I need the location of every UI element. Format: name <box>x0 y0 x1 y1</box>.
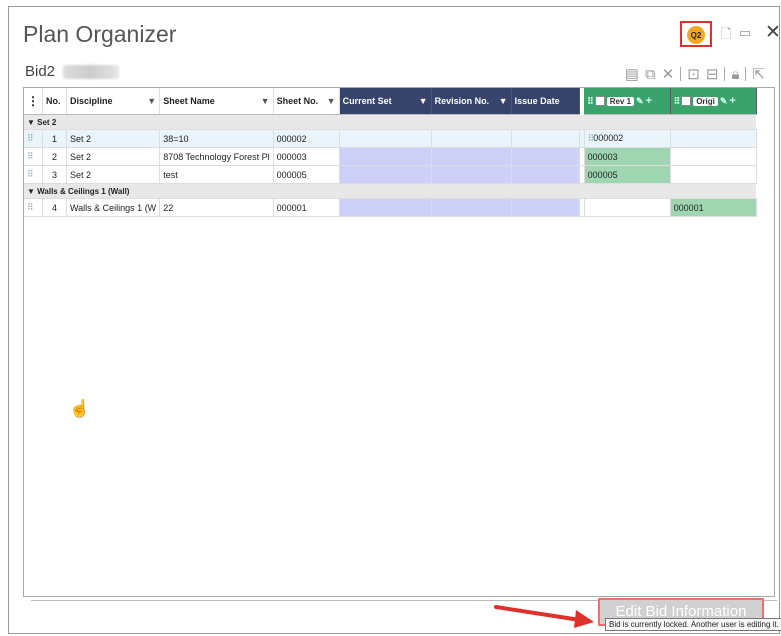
table-row[interactable]: ⠿ 4 Walls & Ceilings 1 (W 22 000001 0000… <box>24 198 757 217</box>
filter-icon[interactable]: ▼ <box>419 96 428 106</box>
issue-date-cell[interactable] <box>511 129 580 148</box>
orig-cell[interactable] <box>670 147 757 166</box>
revision-no-cell[interactable] <box>431 147 512 166</box>
col-header-discipline[interactable]: Discipline ▼ <box>66 88 161 115</box>
column-menu-icon[interactable]: ⋮ <box>24 88 43 115</box>
filter-icon[interactable]: ▼ <box>147 96 156 106</box>
maximize-icon[interactable]: ▭ <box>739 25 751 41</box>
issue-date-cell[interactable] <box>511 147 580 166</box>
window-title: Plan Organizer <box>23 21 177 47</box>
hand-cursor-icon: ☝ <box>69 399 91 418</box>
group-label: Set 2 <box>37 117 57 127</box>
col-header-original[interactable]: ⠿ Origi ✎ + <box>670 88 757 115</box>
filter-icon[interactable]: ▼ <box>499 96 508 106</box>
drag-handle-icon[interactable]: ⠿ <box>24 198 43 217</box>
col-header-issue-date[interactable]: Issue Date <box>511 88 580 115</box>
edit-icon[interactable]: ✎ <box>636 96 644 107</box>
close-icon[interactable]: ✕ <box>765 21 779 44</box>
rev1-cell[interactable]: 000005 <box>584 165 671 184</box>
toolbar-separator <box>680 67 682 81</box>
locked-tooltip: Bid is currently locked. Another user is… <box>605 618 781 631</box>
col-header-sheet-no[interactable]: Sheet No. ▼ <box>273 88 340 115</box>
add-icon[interactable]: + <box>729 95 735 107</box>
drag-handle-icon[interactable]: ⠿ <box>24 165 43 184</box>
bid-name: Bid2 <box>25 63 56 80</box>
collapse-icon[interactable]: ⊡ <box>687 65 700 83</box>
sheets-table: ⋮ No. Discipline ▼ Sheet Name ▼ Sheet No. ▼… <box>24 88 757 217</box>
group-label: Walls & Ceilings 1 (Wall) <box>37 186 130 196</box>
drag-handle-icon[interactable]: ⠿ <box>587 96 594 107</box>
rev1-cell[interactable] <box>584 198 671 217</box>
col-header-rev1[interactable]: ⠿ Rev 1 ✎ + <box>584 88 671 115</box>
group-row-set2[interactable]: ▼ Set 2 <box>24 114 757 130</box>
rev1-cell[interactable]: ⠿000002 <box>584 129 671 148</box>
current-set-cell[interactable] <box>339 129 432 148</box>
rev1-label[interactable]: Rev 1 <box>606 96 635 106</box>
revision-no-cell[interactable] <box>431 198 512 217</box>
table-row[interactable]: ⠿ 3 Set 2 test 000005 000005 <box>24 165 757 184</box>
col-header-no[interactable]: No. <box>42 88 67 115</box>
orig-label[interactable]: Origi <box>693 96 718 106</box>
orig-cell[interactable] <box>670 129 757 148</box>
user-avatar-highlight[interactable]: Q2 <box>680 21 712 47</box>
issue-date-cell[interactable] <box>511 198 580 217</box>
col-header-current-set[interactable]: Current Set ▼ <box>339 88 432 115</box>
plan-organizer-window: Plan Organizer Q2 🗋 ▭ ✕ Bid2 ▤ ⧉ ✕ ⊡ ⊟ 🔒… <box>8 6 780 634</box>
filter-icon[interactable]: ▼ <box>327 96 336 106</box>
toolbar-separator <box>724 67 726 81</box>
current-set-cell[interactable] <box>339 165 432 184</box>
sheets-grid: ⋮ No. Discipline ▼ Sheet Name ▼ Sheet No. ▼… <box>23 87 775 597</box>
revision-no-cell[interactable] <box>431 129 512 148</box>
orig-cell[interactable] <box>670 165 757 184</box>
orig-checkbox[interactable] <box>681 96 692 106</box>
expand-icon[interactable]: ⊟ <box>706 65 719 83</box>
group-row-walls-ceilings[interactable]: ▼ Walls & Ceilings 1 (Wall) <box>24 183 757 199</box>
toolbar: ▤ ⧉ ✕ ⊡ ⊟ 🔒︎ ⇱ <box>625 65 765 84</box>
current-set-cell[interactable] <box>339 147 432 166</box>
orig-cell[interactable]: 000001 <box>670 198 757 217</box>
bid-name-redacted <box>63 65 119 79</box>
export-icon[interactable]: ⇱ <box>752 65 765 83</box>
user-avatar[interactable]: Q2 <box>687 26 705 44</box>
col-header-sheet-name[interactable]: Sheet Name ▼ <box>159 88 274 115</box>
edit-icon[interactable]: ✎ <box>720 96 728 107</box>
import-icon[interactable]: ▤ <box>625 65 639 83</box>
drag-handle-icon[interactable]: ⠿ <box>674 96 681 107</box>
add-icon[interactable]: + <box>646 95 652 107</box>
issue-date-cell[interactable] <box>511 165 580 184</box>
lock-icon[interactable]: 🔒︎ <box>731 66 739 83</box>
filter-icon[interactable]: ▼ <box>261 96 270 106</box>
drag-handle-icon[interactable]: ⠿ <box>24 147 43 166</box>
rev1-checkbox[interactable] <box>594 96 605 106</box>
drag-handle-icon[interactable]: ⠿ <box>24 129 43 148</box>
red-arrow-icon <box>494 605 594 628</box>
rev1-cell[interactable]: 000003 <box>584 147 671 166</box>
revision-no-cell[interactable] <box>431 165 512 184</box>
col-header-revision-no[interactable]: Revision No. ▼ <box>431 88 512 115</box>
restore-icon[interactable]: 🗋 <box>721 25 731 47</box>
delete-icon[interactable]: ✕ <box>662 65 675 83</box>
table-row[interactable]: ⠿ 2 Set 2 8708 Technology Forest Pl 0000… <box>24 147 757 166</box>
table-row[interactable]: ⠿ 1 Set 2 38=10 000002 ⠿000002 <box>24 129 757 148</box>
toolbar-separator <box>745 67 747 81</box>
current-set-cell[interactable] <box>339 198 432 217</box>
copy-icon[interactable]: ⧉ <box>645 66 656 83</box>
